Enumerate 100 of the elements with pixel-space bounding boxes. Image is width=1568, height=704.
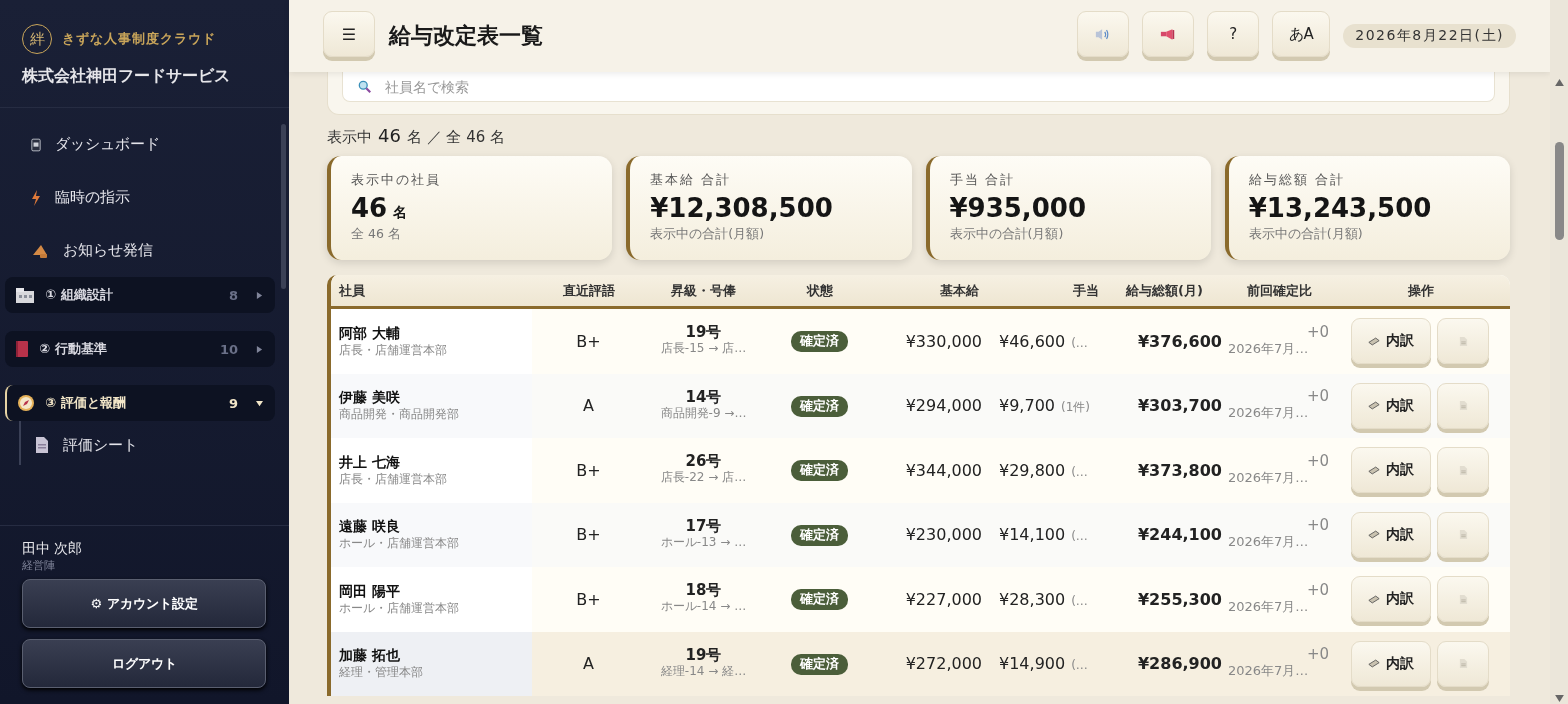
speaker-icon [1095,27,1112,41]
difference-value: +0 [1305,389,1329,405]
document-button[interactable] [1437,576,1489,623]
table-row[interactable]: 加藤 拓也 経理・管理本部 A 19号 経理-14 → 経… 確定済 ¥272,000 ¥14,900 (… ¥286,900 +0 2026年7月… 内訳 [331,631,1510,696]
difference-date: 2026年7月… [1228,597,1310,616]
total-salary-cell-text: ¥255,300 [1137,589,1222,609]
total-salary-cell-text: ¥244,100 [1137,525,1222,545]
megaphone-icon [1160,27,1177,41]
sidebar-subitem[interactable]: 評価シート [21,425,279,465]
employee-name: 阿部 大輔 [339,324,401,343]
allowance-note: (1件) [1061,398,1090,416]
count-total: 名 ／ 全 46 名 [406,128,506,147]
employee-department: ホール・店舗運営本部 [339,536,460,552]
breakdown-button[interactable]: 内訳 [1351,576,1431,623]
grade-change: 店長-22 → 店… [660,469,747,487]
table-row[interactable]: 岡田 陽平 ホール・店舗運営本部 B+ 18号 ホール-14 → … 確定済 ¥227,000 ¥28,300 (… ¥255,300 +0 2026年7月… 内訳 [331,567,1510,632]
allowance-note: (… [1071,464,1088,479]
status-badge: 確定済 [791,460,848,482]
grade-change: ホール-13 → … [660,534,747,551]
grade-step: 26号 [685,454,722,470]
card-label: 給与総額 合計 [1248,172,1346,189]
status-badge: 確定済 [791,589,848,611]
page-title: 給与改定表一覧 [389,22,544,50]
search-icon [358,80,372,94]
base-salary-cell-text: ¥230,000 [904,525,983,545]
document-button[interactable] [1437,447,1489,494]
employee-department: 商品開発・商品開発部 [339,407,460,423]
card-unit: 名 [393,204,408,220]
user-name: 田中 次郎 [22,540,84,558]
pencil-icon [1368,336,1380,346]
rating-cell-text: B+ [575,460,602,480]
column-header: 操作 [1407,281,1435,300]
card-subtext: 表示中の合計(月額) [650,225,765,243]
difference-date: 2026年7月… [1228,468,1310,487]
sidebar-item[interactable]: ダッシュボード [5,118,279,171]
rating-cell-text: A [582,396,595,416]
caret-right-icon [256,291,263,299]
pencil-icon [1368,594,1380,604]
logout-button[interactable]: ログアウト [22,639,266,688]
card-subtext: 全 46 名 [351,225,402,243]
item-count: 8 [228,287,238,303]
employee-name: 井上 七海 [339,453,401,472]
document-button[interactable] [1437,318,1489,365]
column-header: 手当 [1072,281,1100,300]
difference-date: 2026年7月… [1228,339,1310,358]
breakdown-button[interactable]: 内訳 [1351,318,1431,365]
column-header: 直近評語 [561,281,616,300]
card-subtext: 表示中の合計(月額) [949,225,1065,243]
sidebar-item[interactable]: お知らせ発信 [5,224,279,277]
card-label: 表示中の社員 [351,172,442,189]
scroll-up-icon[interactable] [1554,79,1564,86]
rating-cell-text: B+ [575,331,602,351]
column-header: 社員 [338,281,366,300]
scrollbar-thumb[interactable] [281,124,286,289]
rating-cell-text: B+ [575,525,602,545]
sidebar-item[interactable]: 臨時の指示 [5,171,279,224]
total-salary-cell-text: ¥376,600 [1137,331,1222,351]
sidebar-group[interactable]: ③ 評価と報酬 9 [5,385,275,421]
rating-cell-text: A [582,654,595,674]
pencil-icon [1368,401,1380,411]
column-header: 前回確定比 [1246,281,1313,300]
difference-date: 2026年7月… [1228,404,1310,423]
table-row[interactable]: 阿部 大輔 店長・店舗運営本部 B+ 19号 店長-15 → 店… 確定済 ¥330,000 ¥46,600 (… ¥376,600 +0 2026年7月… 内訳 [331,309,1510,374]
card-value: ¥935,000 [949,193,1086,223]
card-subtext: 表示中の合計(月額) [1248,225,1364,243]
allowance-note: (… [1071,658,1088,673]
document-icon [1458,658,1468,670]
employee-department: 店長・店舗運営本部 [339,342,448,358]
grade-step: 19号 [685,647,722,663]
item-count: 10 [219,341,238,357]
table-row[interactable]: 井上 七海 店長・店舗運営本部 B+ 26号 店長-22 → 店… 確定済 ¥344,000 ¥29,800 (… ¥373,800 +0 2026年7月… 内訳 [331,438,1510,503]
scrollbar-thumb[interactable] [1554,142,1564,240]
employee-department: 店長・店舗運営本部 [339,471,448,487]
tablet-icon [31,137,41,152]
sidebar-group[interactable]: ② 行動基準 10 [5,331,275,367]
document-icon [1458,464,1468,476]
status-badge: 確定済 [791,395,848,417]
compass-icon [17,394,35,412]
grade-change: 店長-15 → 店… [660,340,747,358]
grade-step: 17号 [685,518,722,534]
rating-cell-text: B+ [575,589,602,609]
user-role: 経営陣 [22,558,56,573]
grade-step: 19号 [685,325,722,341]
scroll-down-icon[interactable] [1554,695,1564,702]
grade-step: 14号 [685,389,722,405]
table-row[interactable]: 伊藤 美咲 商品開発・商品開発部 A 14号 商品開発-9 →… 確定済 ¥294,000 ¥9,700 (1件) ¥303,700 +0 2026年7月… 内訳 [331,373,1510,438]
card-label: 手当 合計 [949,172,1017,189]
base-salary-cell-text: ¥294,000 [904,396,983,416]
breakdown-button[interactable]: 内訳 [1351,447,1431,494]
account-settings-button[interactable]: ⚙ アカウント設定 [22,579,266,628]
allowance-amount: ¥14,100 [999,525,1066,545]
base-salary-cell-text: ¥227,000 [904,589,983,609]
base-salary-cell-text: ¥272,000 [904,654,983,674]
table-row[interactable]: 遠藤 咲良 ホール・店舗運営本部 B+ 17号 ホール-13 → … 確定済 ¥230,000 ¥14,100 (… ¥244,100 +0 2026年7月… 内訳 [331,502,1510,567]
search-field[interactable]: 社員名で検索 [342,72,1495,102]
brand-name: きずな人事制度クラウド [62,30,216,48]
allowance-amount: ¥46,600 [999,331,1066,351]
allowance-amount: ¥29,800 [999,460,1066,480]
employee-name: 遠藤 咲良 [339,518,401,537]
sidebar-group[interactable]: ① 組織設計 8 [5,277,275,313]
